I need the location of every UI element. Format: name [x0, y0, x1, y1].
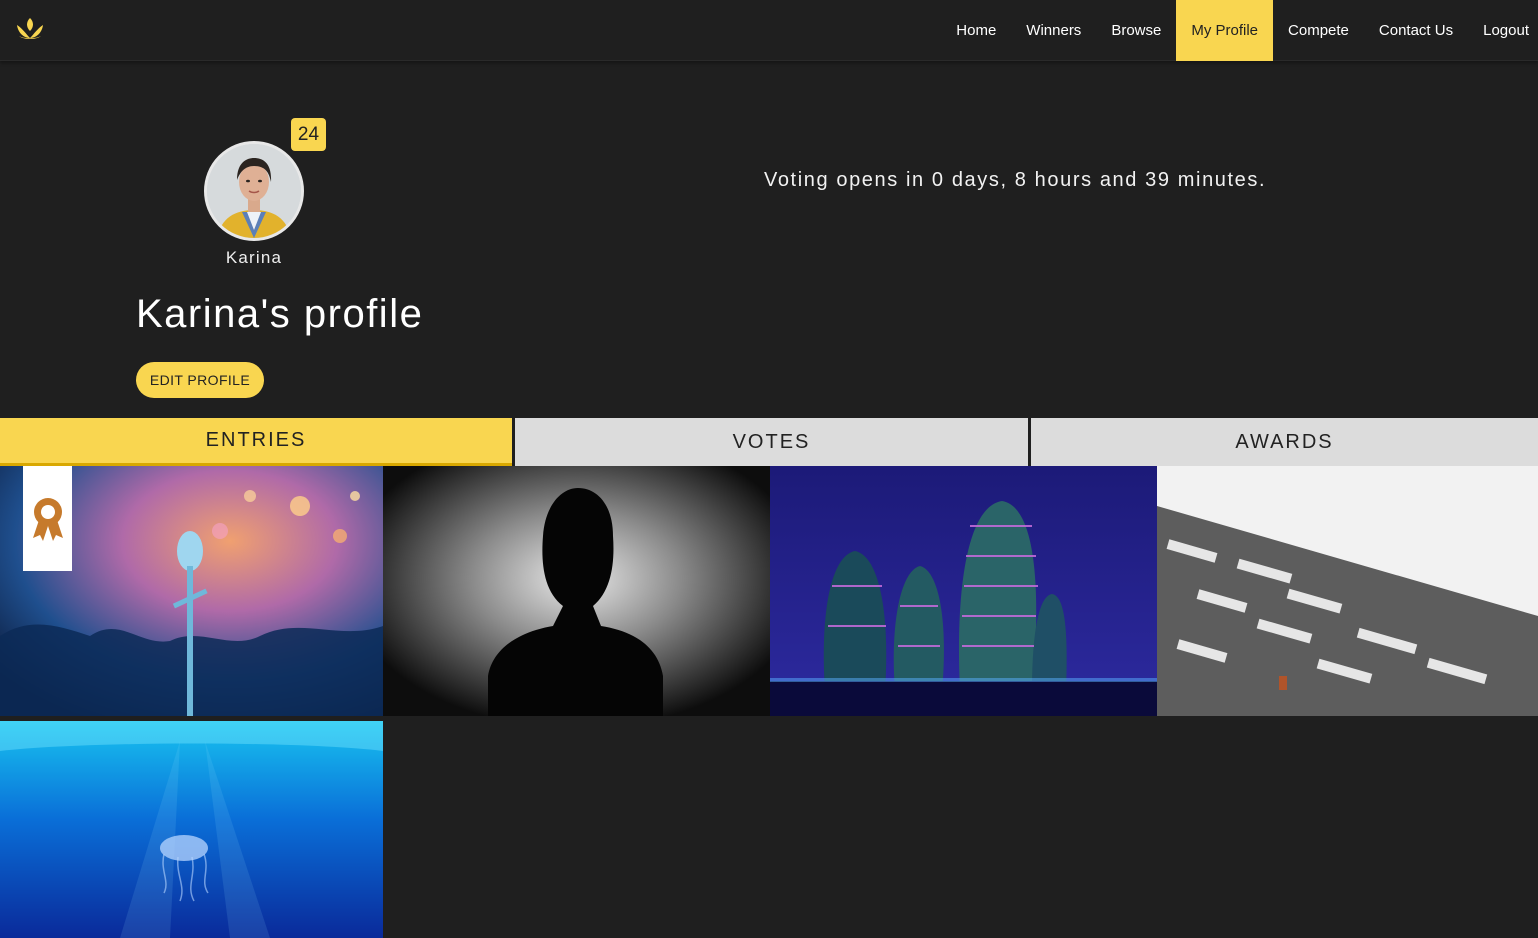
edit-profile-button[interactable]: EDIT PROFILE [136, 362, 264, 398]
award-badge[interactable] [23, 466, 72, 571]
jellyfish-underwater-photo[interactable] [0, 721, 383, 938]
building-facade-photo[interactable] [1157, 466, 1538, 716]
entry-count-badge: 24 [291, 118, 326, 151]
profile-tabs: ENTRIES VOTES AWARDS [0, 418, 1538, 466]
lotus-logo-icon[interactable] [14, 16, 46, 42]
avatar-name: Karina [225, 248, 283, 267]
nav-contact-us[interactable]: Contact Us [1364, 0, 1468, 61]
nav-logout[interactable]: Logout [1468, 0, 1538, 61]
page-title: Karina's profile [136, 292, 424, 336]
silhouette-portrait-photo[interactable] [383, 466, 770, 716]
tab-votes[interactable]: VOTES [515, 418, 1028, 466]
nav-my-profile[interactable]: My Profile [1176, 0, 1274, 61]
avatar[interactable] [204, 141, 304, 241]
night-skyscrapers-photo[interactable] [770, 466, 1157, 716]
top-navbar: Home Winners Browse My Profile Compete C… [0, 0, 1538, 61]
award-ribbon-icon [32, 497, 63, 541]
tab-entries[interactable]: ENTRIES [0, 418, 512, 466]
tab-awards[interactable]: AWARDS [1031, 418, 1538, 466]
nav-home[interactable]: Home [941, 0, 1011, 61]
main-nav: Home Winners Browse My Profile Compete C… [941, 0, 1538, 61]
nav-winners[interactable]: Winners [1011, 0, 1096, 61]
nav-browse[interactable]: Browse [1096, 0, 1176, 61]
nav-compete[interactable]: Compete [1273, 0, 1364, 61]
voting-countdown: Voting opens in 0 days, 8 hours and 39 m… [764, 169, 1267, 191]
